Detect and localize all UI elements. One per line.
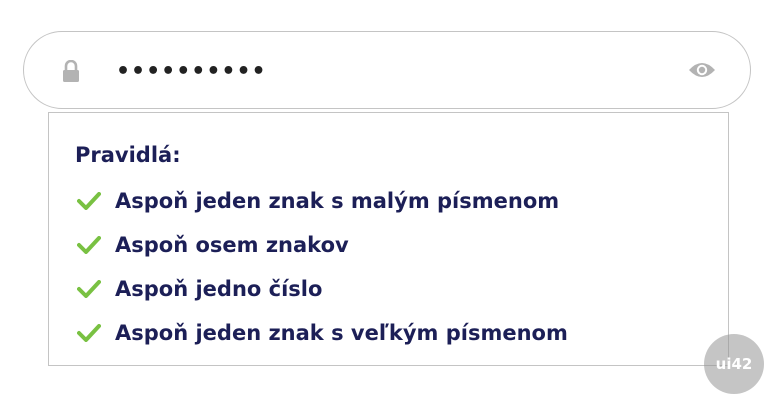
password-input[interactable] — [116, 52, 656, 90]
rule-label: Aspoň jedno číslo — [115, 277, 323, 301]
password-field[interactable] — [23, 31, 751, 109]
lock-icon — [63, 60, 79, 82]
rules-list: Aspoň jeden znak s malým písmenom Aspoň … — [77, 179, 568, 355]
rule-label: Aspoň jeden znak s veľkým písmenom — [115, 321, 568, 345]
rule-item: Aspoň jedno číslo — [77, 267, 568, 311]
eye-icon[interactable] — [688, 60, 716, 80]
check-icon — [77, 324, 101, 342]
rule-item: Aspoň osem znakov — [77, 223, 568, 267]
rules-title: Pravidlá: — [75, 143, 181, 167]
rule-item: Aspoň jeden znak s veľkým písmenom — [77, 311, 568, 355]
rule-label: Aspoň osem znakov — [115, 233, 349, 257]
rule-label: Aspoň jeden znak s malým písmenom — [115, 189, 560, 213]
watermark-logo: ui42 — [704, 334, 764, 394]
password-rules-panel: Pravidlá: Aspoň jeden znak s malým písme… — [48, 112, 729, 366]
check-icon — [77, 236, 101, 254]
check-icon — [77, 192, 101, 210]
rule-item: Aspoň jeden znak s malým písmenom — [77, 179, 568, 223]
check-icon — [77, 280, 101, 298]
